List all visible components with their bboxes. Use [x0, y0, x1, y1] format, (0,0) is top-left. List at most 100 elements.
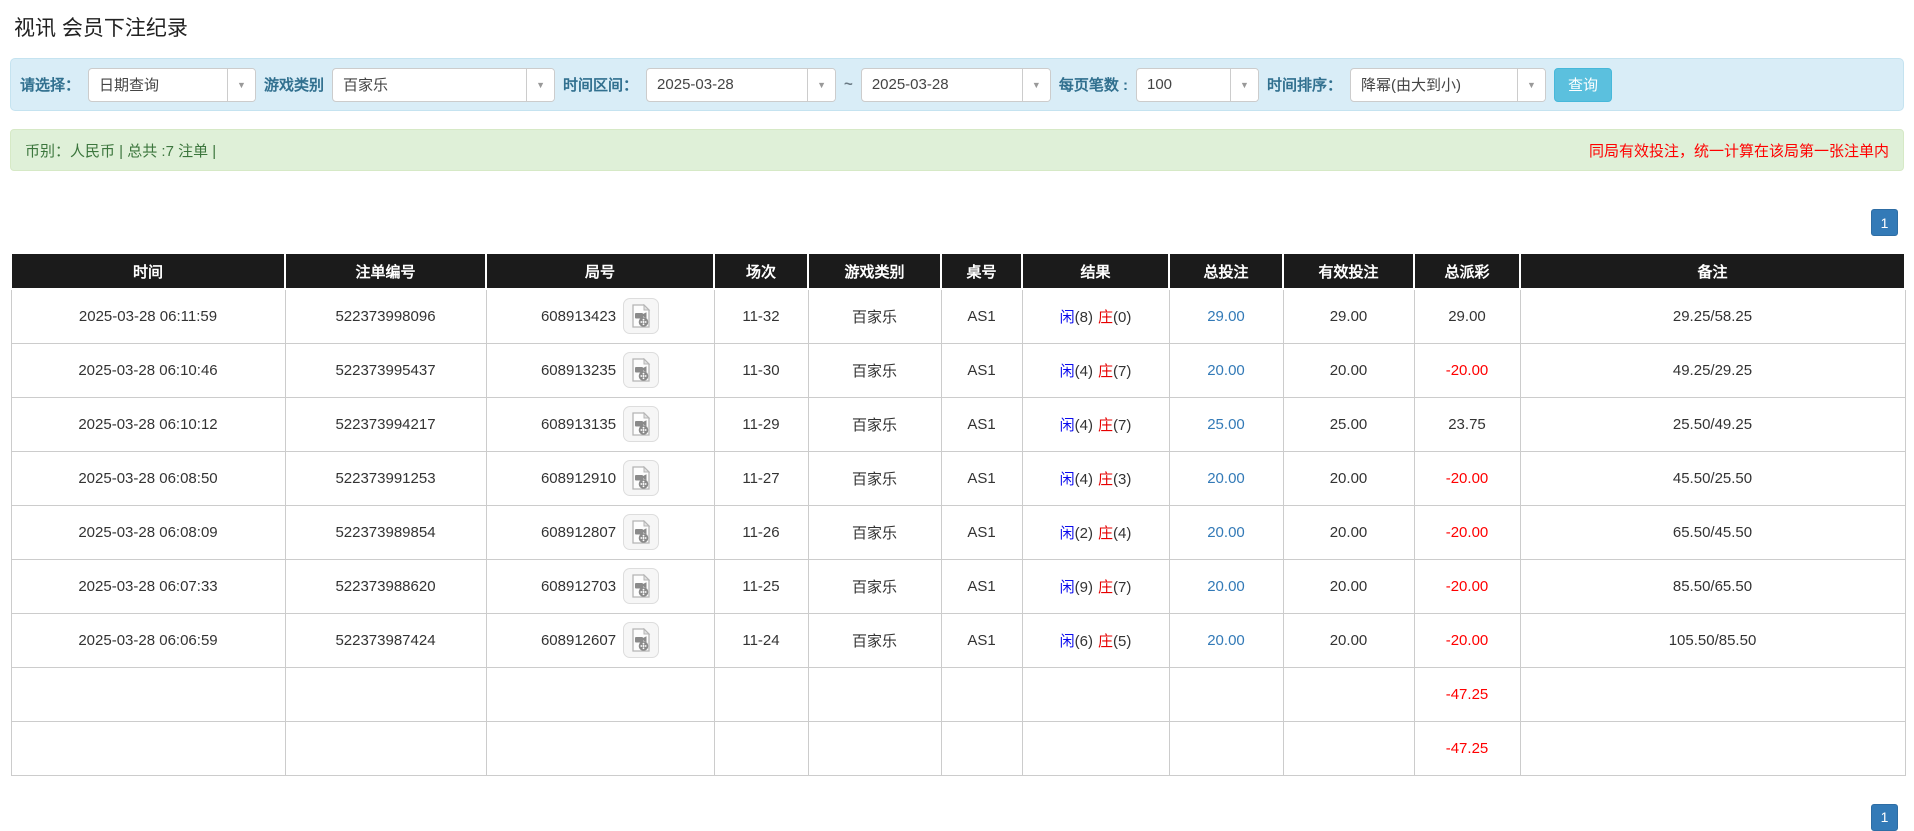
video-replay-button[interactable] [623, 514, 660, 550]
grand-total-valid-bet: 154.00 [1282, 720, 1415, 776]
result-player: 闲 [1059, 524, 1075, 542]
cell-payout: -20.00 [1413, 612, 1521, 668]
cell-game: 百家乐 [807, 396, 942, 452]
cell-total-bet: 20.00 [1168, 504, 1284, 560]
col-header-table: 桌号 [940, 252, 1023, 290]
film-document-icon [632, 304, 651, 328]
cell-bet-id: 522373994217 [284, 396, 487, 452]
round-id: 608912910 [540, 469, 617, 487]
cell-bet-id: 522373991253 [284, 450, 487, 506]
currency-total-text: 币别：人民币 | 总共 :7 注单 | [25, 142, 217, 160]
cell-table: AS1 [940, 504, 1023, 560]
cell-empty [807, 720, 942, 776]
table-row: 2025-03-28 06:08:09 522373989854 6089128… [10, 504, 1906, 560]
search-button[interactable]: 查询 [1554, 67, 1613, 102]
chevron-down-icon: ▼ [1229, 68, 1258, 101]
video-replay-button[interactable] [623, 460, 660, 496]
cell-result: 闲(6) 庄(5) [1021, 612, 1170, 668]
cell-table: AS1 [940, 342, 1023, 398]
cell-session: 11-24 [713, 612, 809, 668]
result-player: 闲 [1059, 578, 1075, 596]
cell-round: 608912910 [485, 450, 715, 506]
total-bet-link[interactable]: 20.00 [1207, 524, 1245, 541]
subtotal-label: 小计 [10, 666, 286, 722]
cell-bet-id: 522373988620 [284, 558, 487, 614]
date-range-separator: ~ [844, 76, 853, 93]
total-bet-link[interactable]: 20.00 [1207, 632, 1245, 649]
date-from-value: 2025-03-28 [657, 76, 734, 93]
total-bet-link[interactable]: 25.00 [1207, 416, 1245, 433]
sort-order-value: 降幂(由大到小) [1361, 77, 1461, 94]
col-header-session: 场次 [713, 252, 809, 290]
query-type-select[interactable]: 日期查询 ▼ [88, 67, 257, 102]
total-bet-link[interactable]: 20.00 [1207, 362, 1245, 379]
cell-time: 2025-03-28 06:10:46 [10, 342, 286, 398]
cell-result: 闲(4) 庄(3) [1021, 450, 1170, 506]
result-banker: 庄 [1098, 524, 1114, 542]
result-player: 闲 [1059, 308, 1075, 326]
subtotal-count: 7 [284, 666, 487, 722]
cell-result: 闲(4) 庄(7) [1021, 396, 1170, 452]
total-bet-link[interactable]: 29.00 [1207, 308, 1245, 325]
cell-game: 百家乐 [807, 450, 942, 506]
video-replay-button[interactable] [623, 298, 660, 335]
cell-valid-bet: 20.00 [1282, 504, 1415, 560]
result-banker: 庄 [1098, 632, 1114, 650]
video-replay-button[interactable] [623, 568, 660, 604]
cell-valid-bet: 29.00 [1282, 288, 1415, 344]
sort-order-select[interactable]: 降幂(由大到小) ▼ [1350, 67, 1546, 102]
grand-total-payout: -47.25 [1413, 720, 1521, 776]
cell-remark: 85.50/65.50 [1519, 558, 1906, 614]
col-header-total-bet: 总投注 [1168, 252, 1284, 290]
result-banker: 庄 [1098, 470, 1114, 488]
film-document-icon [632, 412, 651, 436]
grand-total-count: 7 [284, 720, 487, 776]
total-bet-link[interactable]: 20.00 [1207, 470, 1245, 487]
cell-empty [713, 666, 809, 722]
subtotal-total-bet: 154.00 [1168, 666, 1284, 722]
pagination-top: 1 [16, 209, 1898, 236]
col-header-remark: 备注 [1519, 252, 1906, 290]
cell-result: 闲(2) 庄(4) [1021, 504, 1170, 560]
filter-toolbar: 请选择： 日期查询 ▼ 游戏类别 百家乐 ▼ 时间区间： 2025-03-28 … [10, 58, 1904, 111]
cell-round: 608913235 [485, 342, 715, 398]
result-banker: 庄 [1098, 578, 1114, 596]
table-header: 时间 注单编号 局号 场次 游戏类别 桌号 结果 总投注 有效投注 总派彩 备注 [10, 252, 1906, 290]
film-document-icon [632, 358, 651, 382]
date-from-select[interactable]: 2025-03-28 ▼ [646, 67, 837, 102]
subtotal-payout: -47.25 [1413, 666, 1521, 722]
page-1-button[interactable]: 1 [1871, 209, 1898, 236]
video-replay-button[interactable] [623, 352, 660, 388]
result-player-score: (4) [1074, 416, 1093, 434]
cell-valid-bet: 20.00 [1282, 342, 1415, 398]
result-player: 闲 [1059, 632, 1075, 650]
page-size-value: 100 [1146, 76, 1173, 93]
cell-total-bet: 20.00 [1168, 612, 1284, 668]
film-document-icon [632, 574, 651, 598]
subtotal-valid-bet: 154.00 [1282, 666, 1415, 722]
cell-empty [1519, 666, 1906, 722]
query-type-value: 日期查询 [99, 77, 160, 94]
cell-time: 2025-03-28 06:10:12 [10, 396, 286, 452]
cell-time: 2025-03-28 06:08:09 [10, 504, 286, 560]
film-document-icon [632, 520, 651, 544]
col-header-round: 局号 [485, 252, 715, 290]
round-id: 608912703 [540, 577, 617, 595]
video-replay-button[interactable] [623, 406, 660, 442]
round-id: 608913135 [540, 415, 617, 433]
time-range-label: 时间区间： [563, 77, 639, 94]
total-bet-link[interactable]: 20.00 [1207, 578, 1245, 595]
video-replay-button[interactable] [623, 622, 660, 658]
cell-empty [485, 666, 715, 722]
cell-remark: 25.50/49.25 [1519, 396, 1906, 452]
table-row: 2025-03-28 06:10:46 522373995437 6089132… [10, 342, 1906, 398]
result-player-score: (4) [1074, 362, 1093, 380]
game-category-select[interactable]: 百家乐 ▼ [332, 67, 556, 102]
film-document-icon [632, 628, 651, 652]
cell-remark: 29.25/58.25 [1519, 288, 1906, 344]
cell-total-bet: 29.00 [1168, 288, 1284, 344]
page-size-select[interactable]: 100 ▼ [1135, 67, 1259, 102]
bets-table: 时间 注单编号 局号 场次 游戏类别 桌号 结果 总投注 有效投注 总派彩 备注… [10, 252, 1906, 776]
cell-remark: 49.25/29.25 [1519, 342, 1906, 398]
date-to-select[interactable]: 2025-03-28 ▼ [860, 67, 1051, 102]
